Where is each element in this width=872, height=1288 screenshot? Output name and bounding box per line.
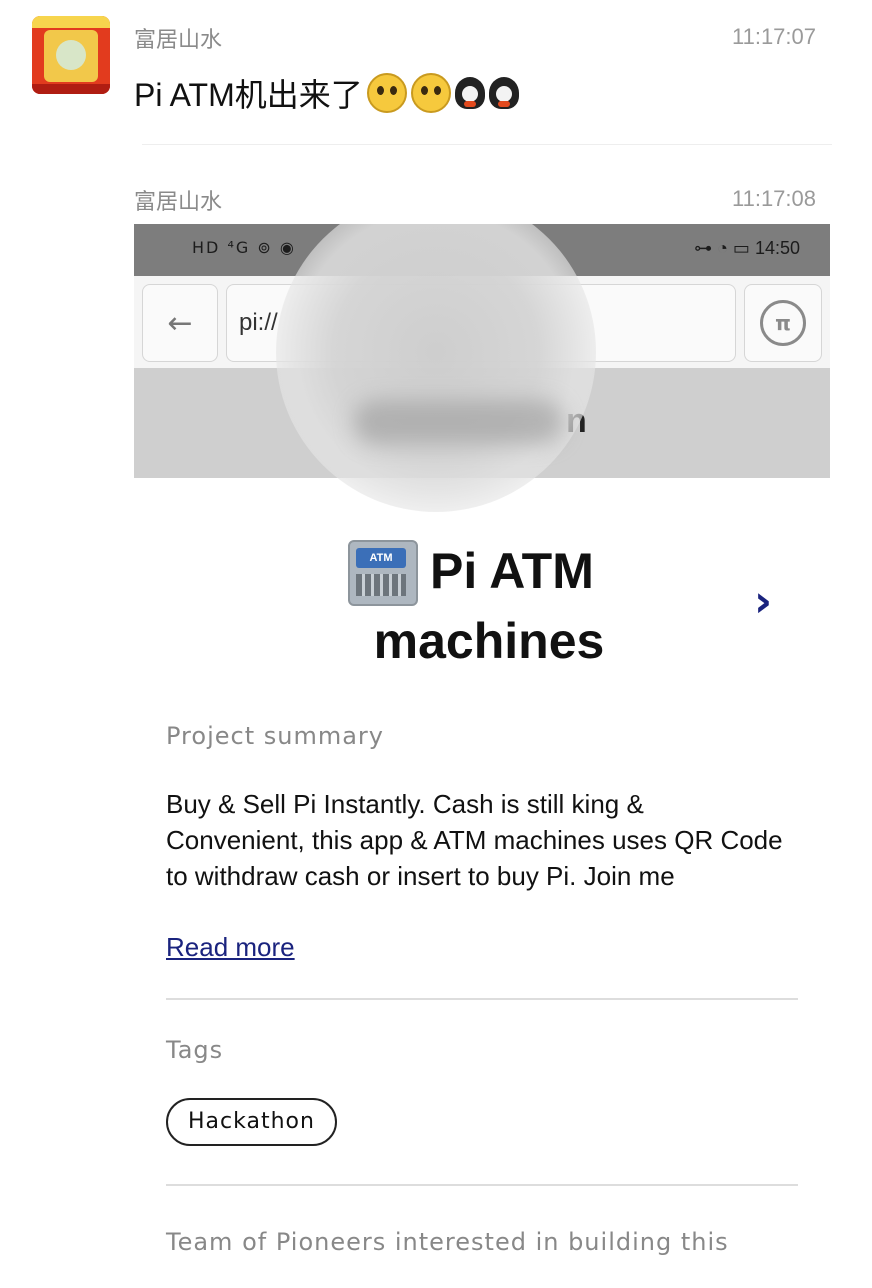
app-title: Pi ATM machines [334, 536, 644, 676]
pi-browser-button[interactable]: π [744, 284, 822, 362]
surprised-face-emoji-icon [410, 73, 451, 113]
read-more-link[interactable]: Read more [166, 932, 295, 963]
sender-avatar[interactable] [32, 16, 110, 94]
avatar-decoration [32, 16, 110, 28]
message-bubble[interactable]: Pi ATM机出来了 [134, 70, 519, 116]
avatar-decoration [32, 84, 110, 94]
message-text: Pi ATM机出来了 [134, 77, 363, 113]
message-divider [142, 144, 832, 145]
app-title-line1: Pi ATM [430, 543, 594, 599]
message-sender-name: 富居山水 [134, 28, 223, 53]
tags-label: Tags [166, 1036, 224, 1064]
qq-penguin-emoji-icon [488, 77, 519, 109]
chevron-right-icon[interactable]: › [754, 576, 772, 627]
back-button[interactable]: ← [142, 284, 218, 362]
shared-screenshot-image[interactable]: HD ⁴G ⊚ ◉ ⊶ ◔ ▭ 14:50 ← pi:// π n ATM Pi… [134, 224, 830, 1288]
surprised-face-emoji-icon [366, 73, 407, 113]
status-icons-right: ⊶ ◔ ▭ 14:50 [694, 238, 800, 258]
pi-logo-icon: π [760, 300, 806, 346]
qq-penguin-emoji-icon [454, 77, 485, 109]
message-timestamp: 11:17:08 [732, 186, 817, 211]
back-arrow-icon: ← [167, 305, 193, 341]
message-timestamp: 11:17:07 [732, 24, 817, 49]
project-summary-label: Project summary [166, 722, 384, 750]
project-summary-text: Buy & Sell Pi Instantly. Cash is still k… [166, 789, 783, 891]
tag-chip[interactable]: Hackathon [166, 1098, 337, 1146]
message-sender-name: 富居山水 [134, 190, 223, 215]
status-icons-left: HD ⁴G ⊚ ◉ [192, 238, 296, 257]
privacy-blur-overlay [354, 400, 564, 444]
team-description: Team of Pioneers interested in building … [166, 1228, 729, 1256]
avatar-face [56, 40, 86, 70]
app-title-line2: machines [373, 613, 605, 669]
url-text: pi:// [239, 309, 278, 336]
section-divider [166, 998, 798, 1000]
section-divider [166, 1184, 798, 1186]
